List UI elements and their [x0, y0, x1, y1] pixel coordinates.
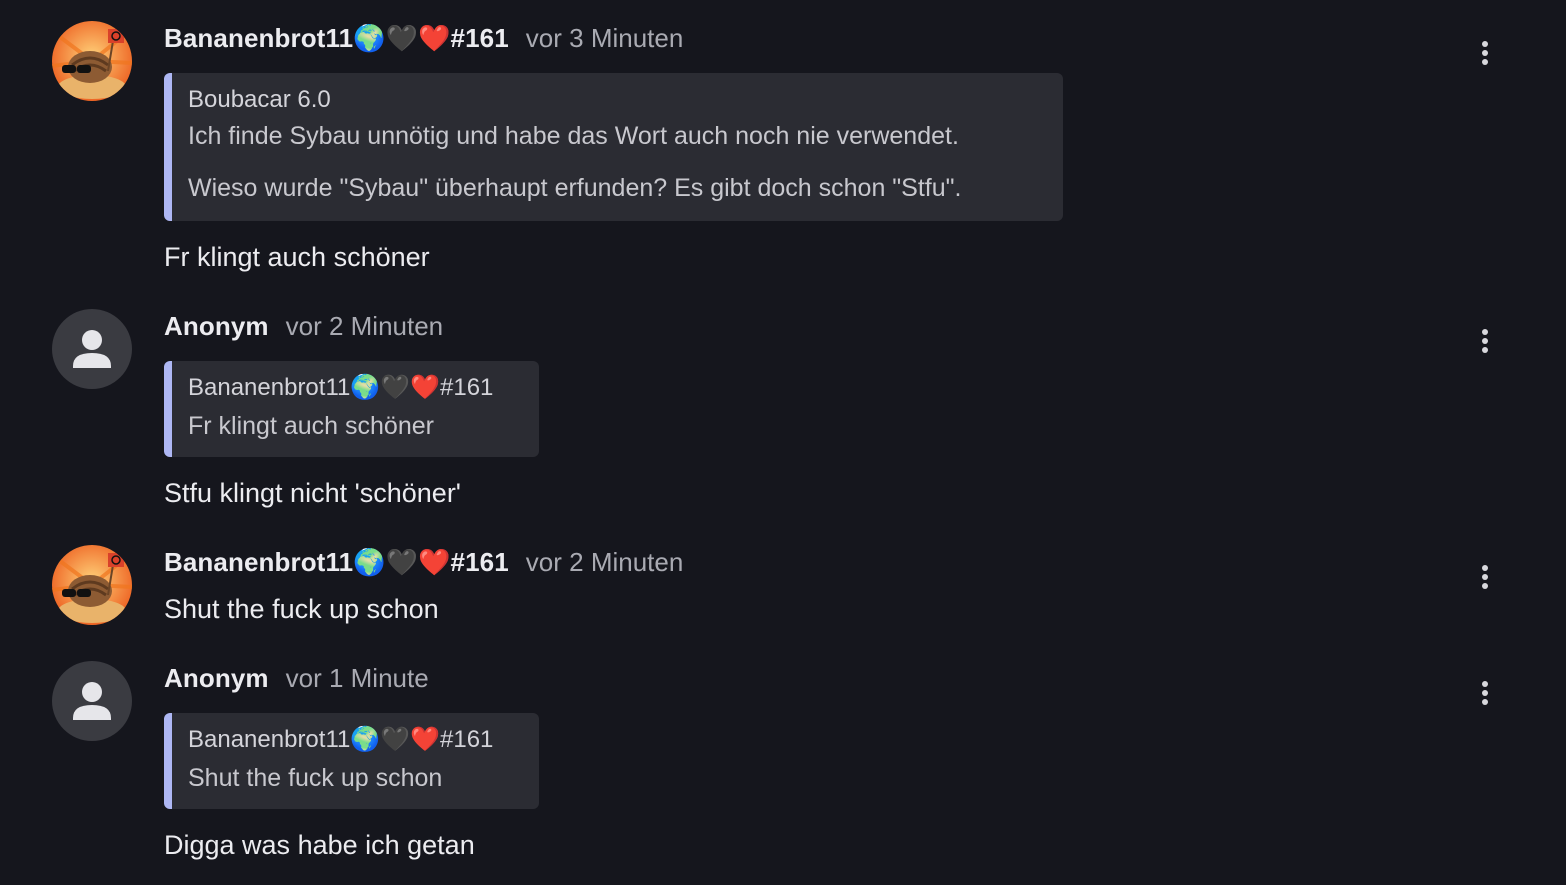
more-vertical-icon[interactable]: [1470, 36, 1500, 72]
timestamp: vor 2 Minuten: [285, 310, 444, 341]
quoted-reply[interactable]: Bananenbrot11🌍🖤❤️#161 Shut the fuck up s…: [164, 713, 539, 809]
person-icon[interactable]: [52, 309, 132, 389]
author-name[interactable]: Anonym: [164, 311, 269, 342]
quoted-reply[interactable]: Bananenbrot11🌍🖤❤️#161 Fr klingt auch sch…: [164, 361, 539, 457]
timestamp: vor 3 Minuten: [525, 22, 684, 53]
quote-author: Boubacar 6.0: [188, 86, 331, 113]
quote-text: Ich finde Sybau unnötig und habe das Wor…: [188, 122, 959, 150]
comment-header: Bananenbrot11🌍🖤❤️#161 vor 2 Minuten: [164, 544, 683, 580]
user-avatar[interactable]: [52, 545, 132, 625]
timestamp: vor 2 Minuten: [525, 546, 684, 577]
author-name[interactable]: Anonym: [164, 663, 269, 694]
comment-text: Digga was habe ich getan: [164, 830, 475, 860]
comment-header: Bananenbrot11🌍🖤❤️#161 vor 3 Minuten: [164, 20, 683, 56]
quote-text: Shut the fuck up schon: [188, 764, 443, 792]
author-name[interactable]: Bananenbrot11🌍🖤❤️#161: [164, 23, 509, 54]
comment-text: Fr klingt auch schöner: [164, 242, 430, 272]
comment-text: Shut the fuck up schon: [164, 594, 439, 624]
quote-text: Fr klingt auch schöner: [188, 412, 434, 440]
quote-author: Bananenbrot11🌍🖤❤️#161: [188, 726, 494, 753]
more-vertical-icon[interactable]: [1470, 324, 1500, 360]
more-vertical-icon[interactable]: [1470, 676, 1500, 712]
user-avatar[interactable]: [52, 21, 132, 101]
comment-header: Anonym vor 1 Minute: [164, 660, 429, 696]
quote-author: Bananenbrot11🌍🖤❤️#161: [188, 374, 494, 401]
comment-header: Anonym vor 2 Minuten: [164, 308, 443, 344]
quoted-reply[interactable]: Boubacar 6.0 Ich finde Sybau unnötig und…: [164, 73, 1063, 221]
person-icon[interactable]: [52, 661, 132, 741]
more-vertical-icon[interactable]: [1470, 560, 1500, 596]
comment-text: Stfu klingt nicht 'schöner': [164, 478, 461, 508]
quote-text: Wieso wurde "Sybau" überhaupt erfunden? …: [188, 174, 962, 202]
author-name[interactable]: Bananenbrot11🌍🖤❤️#161: [164, 547, 509, 578]
timestamp: vor 1 Minute: [285, 662, 429, 693]
